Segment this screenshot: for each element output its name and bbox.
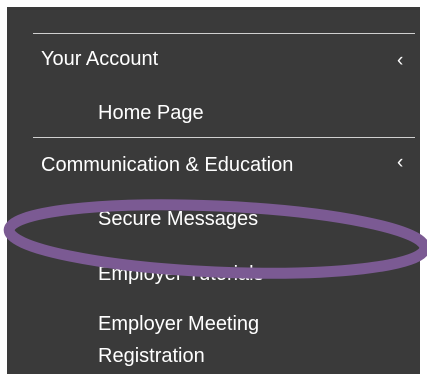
menu-divider — [33, 33, 415, 34]
section-label: Communication & Education — [41, 154, 294, 176]
section-your-account[interactable]: Your Account — [41, 43, 158, 75]
chevron-left-icon[interactable]: ‹ — [397, 153, 403, 172]
menu-item-label: Employer Meeting Registration — [98, 313, 260, 367]
menu-item-home-page[interactable]: Home Page — [98, 97, 204, 129]
chevron-left-icon[interactable]: ‹ — [397, 51, 403, 70]
navigation-menu: Your Account ‹ Home Page Communication &… — [7, 7, 420, 374]
menu-item-secure-messages[interactable]: Secure Messages — [98, 203, 258, 235]
menu-item-label: Home Page — [98, 102, 204, 124]
section-communication-education[interactable]: Communication & Education — [41, 149, 293, 181]
menu-divider — [33, 137, 415, 138]
menu-item-label: Secure Messages — [98, 208, 259, 230]
section-label: Your Account — [41, 48, 159, 70]
menu-item-label: Employer Tutorials — [98, 263, 264, 285]
menu-item-employer-meeting-registration[interactable]: Employer Meeting Registration — [98, 308, 358, 372]
menu-item-employer-tutorials[interactable]: Employer Tutorials — [98, 258, 264, 290]
